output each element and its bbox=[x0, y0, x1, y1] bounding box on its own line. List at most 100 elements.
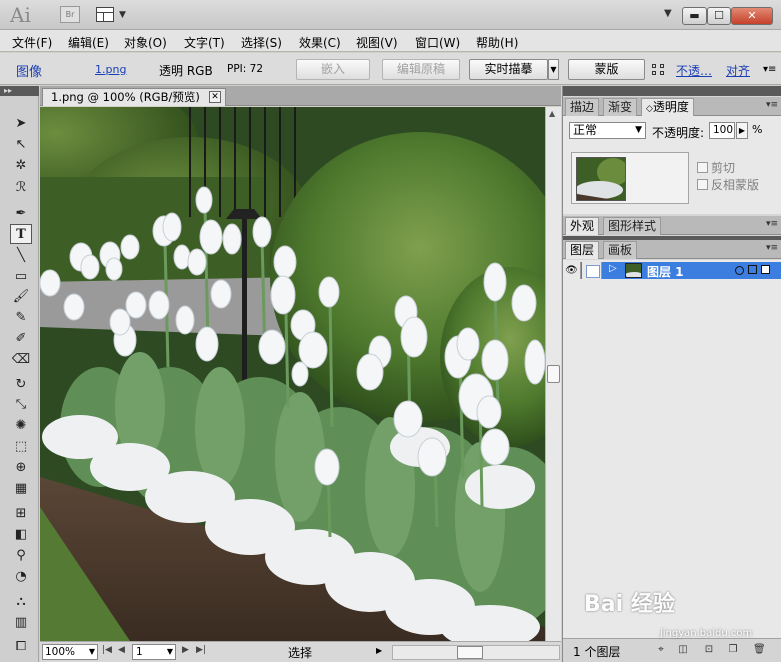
align-link[interactable]: 对齐 bbox=[726, 62, 750, 79]
live-trace-button[interactable]: 实时描摹 bbox=[469, 59, 548, 80]
arrange-documents-button[interactable]: ▼ bbox=[96, 6, 130, 24]
warp-icon[interactable]: ✺ bbox=[10, 416, 32, 436]
menu-edit[interactable]: 编辑(E) bbox=[68, 34, 109, 51]
panel-grip[interactable] bbox=[563, 86, 781, 96]
mesh-icon[interactable]: ⊞ bbox=[10, 504, 32, 524]
pencil-icon[interactable]: ✎ bbox=[10, 308, 32, 328]
image-thumbnail[interactable] bbox=[576, 157, 626, 201]
menu-object[interactable]: 对象(O) bbox=[124, 34, 167, 51]
minimize-button[interactable]: ▬ bbox=[682, 7, 707, 25]
line-icon[interactable]: ╲ bbox=[10, 246, 32, 266]
artboard-icon[interactable]: ⧠ bbox=[10, 637, 32, 657]
control-menu-icon[interactable]: ▾≡ bbox=[763, 64, 776, 75]
invert-mask-checkbox[interactable]: 反相蒙版 bbox=[697, 176, 759, 193]
visibility-eye-icon[interactable]: 👁 bbox=[563, 262, 581, 279]
rectangle-icon[interactable]: ▭ bbox=[10, 267, 32, 287]
tab-stroke[interactable]: 描边 bbox=[565, 98, 600, 116]
chevron-down-icon: ▼ bbox=[166, 647, 173, 656]
vertical-scrollbar[interactable]: ▲ bbox=[545, 107, 561, 641]
perspective-grid-icon[interactable]: ▦ bbox=[10, 479, 32, 499]
layer-name[interactable]: 图层 1 bbox=[647, 263, 684, 280]
trash-icon[interactable]: 🗑 bbox=[753, 644, 766, 656]
panel-grip[interactable]: ▸▸ bbox=[0, 86, 39, 96]
zoom-select[interactable]: 100% ▼ bbox=[42, 644, 98, 660]
tab-layers[interactable]: 图层 bbox=[565, 241, 600, 259]
placed-image[interactable] bbox=[40, 107, 545, 641]
type-icon[interactable]: T bbox=[10, 224, 32, 244]
menu-view[interactable]: 视图(V) bbox=[356, 34, 398, 51]
menu-file[interactable]: 文件(F) bbox=[12, 34, 52, 51]
magic-wand-icon[interactable]: ✲ bbox=[10, 156, 32, 176]
layer-row[interactable]: 👁 ▷ 图层 1 bbox=[563, 262, 781, 279]
menu-select[interactable]: 选择(S) bbox=[241, 34, 282, 51]
close-tab-icon[interactable]: ✕ bbox=[209, 91, 221, 103]
free-transform-icon[interactable]: ⬚ bbox=[10, 437, 32, 457]
trace-options-chevron-icon[interactable]: ▼ bbox=[548, 59, 559, 80]
opacity-input[interactable]: 100 bbox=[709, 122, 735, 139]
make-clipping-mask-icon[interactable]: ◫ bbox=[677, 644, 689, 656]
embed-button[interactable]: 嵌入 bbox=[296, 59, 370, 80]
selection-indicator[interactable] bbox=[761, 265, 770, 274]
panel-menu-icon[interactable]: ▾≡ bbox=[766, 219, 778, 229]
mask-button[interactable]: 蒙版 bbox=[568, 59, 645, 80]
next-artboard-icon[interactable]: ▶ bbox=[182, 645, 189, 655]
object-type-link[interactable]: 图像 bbox=[16, 61, 42, 80]
invert-mask-label: 反相蒙版 bbox=[711, 178, 760, 192]
blend-mode-select[interactable]: 正常 ▼ bbox=[569, 122, 646, 139]
menu-effect[interactable]: 效果(C) bbox=[299, 34, 341, 51]
symbol-sprayer-icon[interactable]: ⛬ bbox=[10, 592, 32, 612]
eyedropper-icon[interactable]: ⚲ bbox=[10, 546, 32, 566]
expand-triangle-icon[interactable]: ▷ bbox=[609, 263, 617, 274]
menu-help[interactable]: 帮助(H) bbox=[476, 34, 518, 51]
menu-type[interactable]: 文字(T) bbox=[184, 34, 225, 51]
bridge-button[interactable]: Br bbox=[60, 6, 80, 23]
eraser-icon[interactable]: ⌫ bbox=[10, 350, 32, 370]
horizontal-scrollbar[interactable] bbox=[392, 645, 560, 660]
gradient-icon[interactable]: ◧ bbox=[10, 525, 32, 545]
scrollbar-thumb[interactable] bbox=[457, 646, 483, 659]
opacity-slider-toggle[interactable]: ▶ bbox=[736, 122, 748, 139]
align-to-selection-icon[interactable] bbox=[652, 64, 666, 76]
locate-object-icon[interactable]: ⌖ bbox=[655, 644, 667, 656]
workspace-chevron-icon[interactable]: ▼ bbox=[664, 8, 672, 19]
panel-menu-icon[interactable]: ▾≡ bbox=[766, 243, 778, 253]
status-menu-icon[interactable]: ▶ bbox=[376, 646, 382, 655]
clip-checkbox[interactable]: 剪切 bbox=[697, 159, 735, 176]
edit-original-button[interactable]: 编辑原稿 bbox=[382, 59, 460, 80]
document-tab[interactable]: 1.png @ 100% (RGB/预览) ✕ bbox=[42, 88, 226, 106]
new-layer-icon[interactable]: ❐ bbox=[727, 644, 739, 656]
paintbrush-icon[interactable]: 🖌 bbox=[10, 287, 32, 307]
blend-icon[interactable]: ◔ bbox=[10, 567, 32, 587]
previous-artboard-icon[interactable]: ◀ bbox=[118, 645, 125, 655]
selection-arrow-icon[interactable]: ➤ bbox=[10, 114, 32, 134]
last-artboard-icon[interactable]: ▶| bbox=[196, 645, 206, 655]
artboard-select[interactable]: 1 ▼ bbox=[132, 644, 176, 660]
scrollbar-thumb[interactable] bbox=[547, 365, 560, 383]
target-circle-icon[interactable] bbox=[735, 266, 744, 275]
lasso-icon[interactable]: ℛ bbox=[10, 178, 32, 198]
rotate-icon[interactable]: ↻ bbox=[10, 375, 32, 395]
tab-artboards[interactable]: 画板 bbox=[603, 241, 638, 259]
menu-window[interactable]: 窗口(W) bbox=[415, 34, 460, 51]
lock-toggle[interactable] bbox=[582, 262, 602, 279]
tab-graphic-styles[interactable]: 图形样式 bbox=[603, 217, 662, 235]
column-graph-icon[interactable]: ▥ bbox=[10, 613, 32, 633]
shape-builder-icon[interactable]: ⊕ bbox=[10, 458, 32, 478]
pen-icon[interactable]: ✒ bbox=[10, 204, 32, 224]
artboard-canvas[interactable] bbox=[40, 107, 545, 641]
panel-menu-icon[interactable]: ▾≡ bbox=[766, 100, 778, 110]
tab-transparency[interactable]: ◇透明度 bbox=[641, 98, 694, 116]
tab-gradient[interactable]: 渐变 bbox=[603, 98, 638, 116]
blob-brush-icon[interactable]: ✐ bbox=[10, 329, 32, 349]
tab-appearance[interactable]: 外观 bbox=[565, 217, 600, 235]
close-button[interactable]: ✕ bbox=[731, 7, 773, 25]
scale-icon[interactable]: ⤡ bbox=[10, 395, 32, 415]
new-sublayer-icon[interactable]: ⊡ bbox=[703, 644, 715, 656]
file-link[interactable]: 1.png bbox=[95, 63, 126, 76]
maximize-button[interactable]: ☐ bbox=[707, 7, 731, 25]
status-text[interactable]: 选择 bbox=[288, 644, 312, 661]
direct-selection-icon[interactable]: ↖ bbox=[10, 135, 32, 155]
opacity-link[interactable]: 不透… bbox=[676, 62, 712, 79]
first-artboard-icon[interactable]: |◀ bbox=[102, 645, 112, 655]
scroll-up-icon[interactable]: ▲ bbox=[549, 109, 555, 118]
